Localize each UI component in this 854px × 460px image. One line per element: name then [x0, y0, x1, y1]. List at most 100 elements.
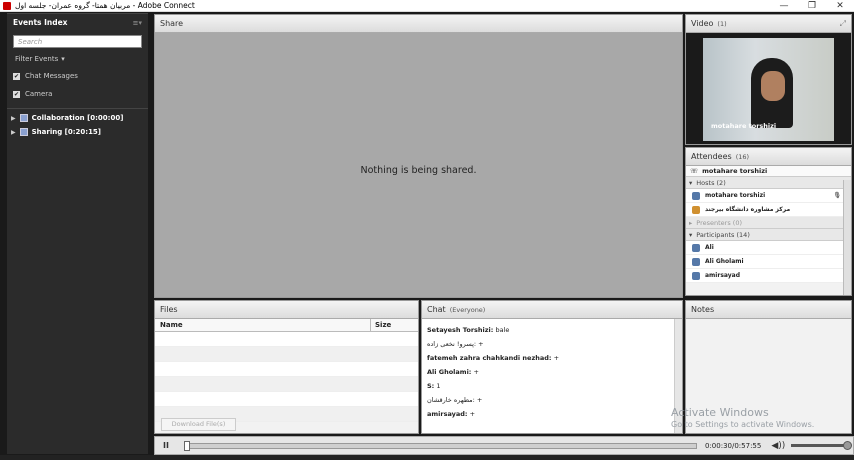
presenters-group[interactable]: ▸ Presenters (0) [686, 217, 851, 229]
tree-item-collaboration[interactable]: ▶ Collaboration [0:00:00] [7, 111, 148, 125]
video-pod-title: Video [691, 19, 714, 28]
chat-message: Ali Gholami: + [427, 365, 669, 379]
attendee-name: amirsayad [705, 272, 741, 279]
volume-icon[interactable]: ◀)) [771, 441, 785, 451]
volume-slider[interactable] [791, 441, 853, 450]
expand-arrow-icon[interactable]: ▶ [11, 129, 16, 136]
share-pod-header: Share [155, 15, 682, 33]
attendee-row[interactable]: motahare torshizi 🎙 [686, 189, 851, 203]
current-user-row[interactable]: ☏ motahare torshizi [686, 166, 851, 177]
participants-group[interactable]: ▾ Participants (14) [686, 229, 851, 241]
chat-sender: Ali Gholami: [427, 368, 472, 376]
chat-text: + [471, 368, 479, 376]
column-header-size[interactable]: Size [371, 319, 418, 331]
group-label: Participants (14) [696, 230, 750, 239]
tree-item-label: Sharing [0:20:15] [31, 128, 102, 136]
seek-slider[interactable] [184, 440, 697, 451]
attendees-pod: Attendees (16) ☏ motahare torshizi ▾ Hos… [685, 147, 852, 296]
chevron-down-icon: ▾ [689, 178, 693, 187]
host-icon [692, 191, 700, 200]
notes-pod-title: Notes [691, 305, 715, 314]
share-area: Nothing is being shared. [155, 33, 682, 297]
video-area: motahare torshizi [686, 33, 851, 144]
host-icon [692, 205, 700, 214]
checkbox-icon: ✔ [13, 72, 20, 80]
chat-text: 1 [434, 382, 441, 390]
attendee-row[interactable]: amirsayad [686, 269, 851, 283]
attendees-count: (16) [735, 152, 750, 161]
tree-item-sharing[interactable]: ▶ Sharing [0:20:15] [7, 125, 148, 139]
files-pod: Files Name Size Download File(s) [154, 300, 419, 434]
video-participant-name: motahare torshizi [711, 122, 777, 130]
chat-pod-header: Chat (Everyone) [422, 301, 682, 319]
watermark-subtitle: Go to Settings to activate Windows. [671, 420, 815, 429]
participant-icon [692, 271, 700, 280]
chat-text: + [467, 410, 476, 418]
group-label: Presenters (0) [696, 218, 742, 227]
chat-message: Setayesh Torshizi: bale [427, 323, 669, 337]
microphone-icon: 🎙 [833, 192, 841, 199]
divider [7, 108, 148, 109]
chevron-right-icon: ▸ [689, 218, 693, 227]
notes-pod-header: Notes [686, 301, 851, 319]
participant-icon [692, 243, 700, 252]
close-button[interactable]: ✕ [826, 0, 854, 12]
table-row [155, 392, 418, 407]
layout-icon [19, 128, 28, 136]
video-pod: Video (1) ⤢ motahare torshizi [685, 14, 852, 145]
column-header-name[interactable]: Name [155, 319, 371, 331]
files-pod-header: Files [155, 301, 418, 319]
chat-messages-checkbox[interactable]: ✔ Chat Messages [7, 68, 148, 84]
current-user-name: motahare torshizi [702, 167, 768, 175]
chevron-down-icon: ▾ [61, 55, 65, 63]
playback-bar: II 0:00:30/0:57:55 ◀)) [154, 436, 854, 455]
chat-sender: amirsayad: [427, 410, 468, 418]
files-list [155, 332, 418, 422]
chat-pod-title: Chat [427, 305, 446, 314]
filter-events-dropdown[interactable]: Filter Events ▾ [7, 52, 148, 66]
chat-message: S: 1 [427, 379, 669, 393]
attendees-pod-header: Attendees (16) [686, 148, 851, 166]
menu-icon[interactable]: ≡▾ [133, 19, 142, 27]
events-index-header: Events Index ≡▾ [7, 14, 148, 31]
table-row [155, 347, 418, 362]
restore-button[interactable]: ❐ [798, 0, 826, 12]
volume-handle[interactable] [843, 441, 853, 450]
attendee-row[interactable]: مرکز مشاوره دانشگاه بیرجند [686, 203, 851, 217]
attendee-row[interactable]: Ali [686, 241, 851, 255]
files-table-header: Name Size [155, 319, 418, 332]
download-files-button[interactable]: Download File(s) [161, 418, 236, 431]
events-index-title: Events Index [13, 18, 68, 27]
chat-text: مطهره خارقشان: + [427, 396, 483, 404]
chat-message: مطهره خارقشان: + [427, 393, 669, 407]
attendees-pod-title: Attendees [691, 152, 732, 161]
group-label: Hosts (2) [696, 178, 726, 187]
files-pod-title: Files [160, 305, 178, 314]
tree-item-label: Collaboration [0:00:00] [31, 114, 124, 122]
expand-arrow-icon[interactable]: ▶ [11, 115, 16, 122]
chat-message: amirsayad: + [427, 407, 669, 421]
minimize-button[interactable]: — [770, 0, 798, 12]
user-status-icon: ☏ [690, 167, 699, 175]
fullscreen-icon[interactable]: ⤢ [840, 19, 846, 29]
camera-checkbox[interactable]: ✔ Camera [7, 86, 148, 102]
hosts-group[interactable]: ▾ Hosts (2) [686, 177, 851, 189]
video-pod-header: Video (1) ⤢ [686, 15, 851, 33]
pause-button[interactable]: II [155, 441, 177, 450]
watermark-title: Activate Windows [671, 406, 769, 419]
checkbox-label: Chat Messages [25, 72, 78, 80]
chat-text: bale [493, 326, 510, 334]
chat-text: + [551, 354, 560, 362]
chevron-down-icon: ▾ [689, 230, 693, 239]
chat-message: پسرو! نخعی زاده: + [427, 337, 669, 351]
chat-scope: (Everyone) [449, 305, 486, 314]
chat-pod: Chat (Everyone) Setayesh Torshizi: bale … [421, 300, 683, 434]
events-index-panel: Events Index ≡▾ Search Filter Events ▾ ✔… [7, 13, 148, 454]
chat-messages: Setayesh Torshizi: bale پسرو! نخعی زاده:… [422, 319, 674, 433]
attendee-row[interactable]: Ali Gholami [686, 255, 851, 269]
chat-sender: fatemeh zahra chahkandi nezhad: [427, 354, 552, 362]
search-input[interactable]: Search [13, 35, 142, 48]
seek-handle[interactable] [184, 440, 190, 451]
attendees-scrollbar[interactable] [843, 180, 851, 295]
attendee-name: مرکز مشاوره دانشگاه بیرجند [705, 206, 791, 213]
